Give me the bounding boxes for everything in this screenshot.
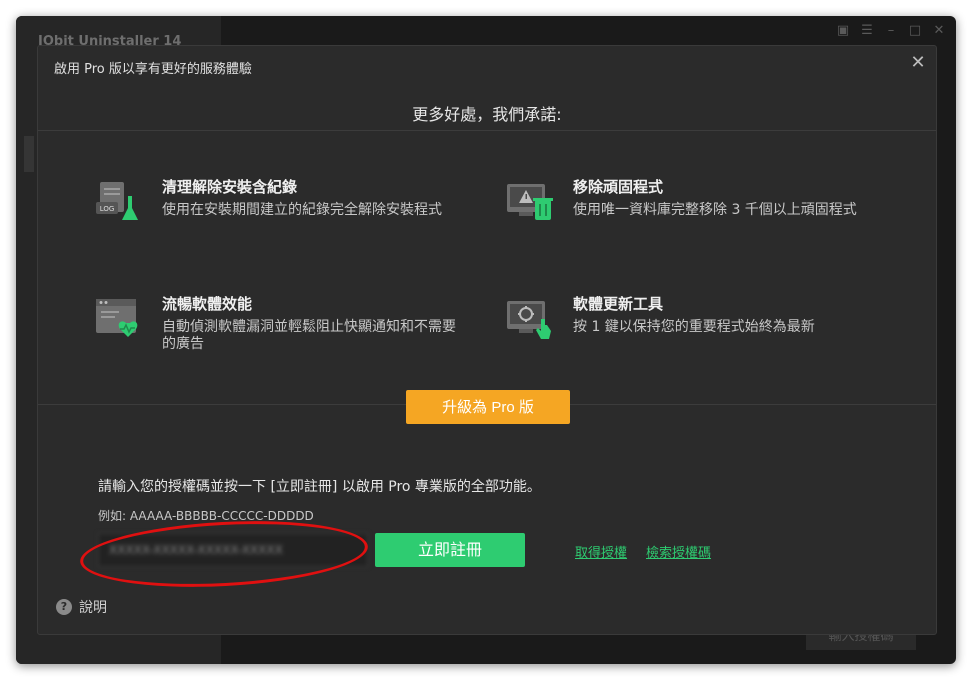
feature-description: 使用唯一資料庫完整移除 3 千個以上頑固程式: [573, 202, 857, 218]
software-update-icon: [507, 301, 551, 339]
feature-title: 軟體更新工具: [573, 295, 664, 313]
feature-title: 移除頑固程式: [573, 178, 664, 196]
promise-heading: 更多好處，我們承諾:: [412, 105, 562, 124]
feature-title: 清理解除安裝含紀錄: [162, 178, 298, 196]
menu-icon[interactable]: ☰: [860, 24, 874, 38]
minimize-icon[interactable]: –: [884, 24, 898, 38]
retrieve-license-link[interactable]: 檢索授權碼: [646, 542, 711, 561]
stubborn-program-icon: [507, 184, 553, 220]
svg-text:LOG: LOG: [100, 205, 115, 213]
license-example: 例如: AAAAA-BBBBB-CCCCC-DDDDD: [98, 509, 314, 523]
maximize-icon[interactable]: □: [908, 24, 922, 38]
feature-description: 使用在安裝期間建立的紀錄完全解除安裝程式: [162, 202, 442, 218]
upgrade-pro-button[interactable]: 升級為 Pro 版: [406, 390, 570, 424]
store-icon[interactable]: ▣: [836, 24, 850, 38]
help-link[interactable]: ? 說明: [56, 597, 107, 617]
sidebar-highlight: [24, 136, 34, 172]
dialog-title: 啟用 Pro 版以享有更好的服務體驗: [54, 62, 252, 77]
feature-description: 自動偵測軟體漏洞並輕鬆阻止快顯通知和不需要的廣告: [162, 319, 456, 352]
get-license-link[interactable]: 取得授權: [575, 542, 627, 561]
window-close-icon[interactable]: ✕: [932, 24, 946, 38]
feature-description: 按 1 鍵以保持您的重要程式始終為最新: [573, 319, 815, 335]
register-prompt: 請輸入您的授權碼並按一下 [立即註冊] 以啟用 Pro 專業版的全部功能。: [98, 479, 541, 495]
register-now-button[interactable]: 立即註冊: [375, 533, 525, 567]
close-icon: ✕: [910, 52, 926, 73]
question-icon: ?: [56, 599, 72, 615]
license-code-input[interactable]: [98, 533, 368, 567]
help-label: 說明: [79, 600, 107, 616]
performance-icon: [96, 299, 138, 337]
close-button[interactable]: ✕: [906, 52, 930, 76]
upgrade-dialog: 啟用 Pro 版以享有更好的服務體驗 ✕ 更多好處，我們承諾: LOG 清理解除…: [37, 45, 937, 635]
window-controls: ▣ ☰ – □ ✕: [836, 24, 946, 38]
feature-title: 流暢軟體效能: [162, 295, 253, 313]
divider: [38, 130, 936, 131]
log-cleanup-icon: LOG: [96, 182, 138, 220]
